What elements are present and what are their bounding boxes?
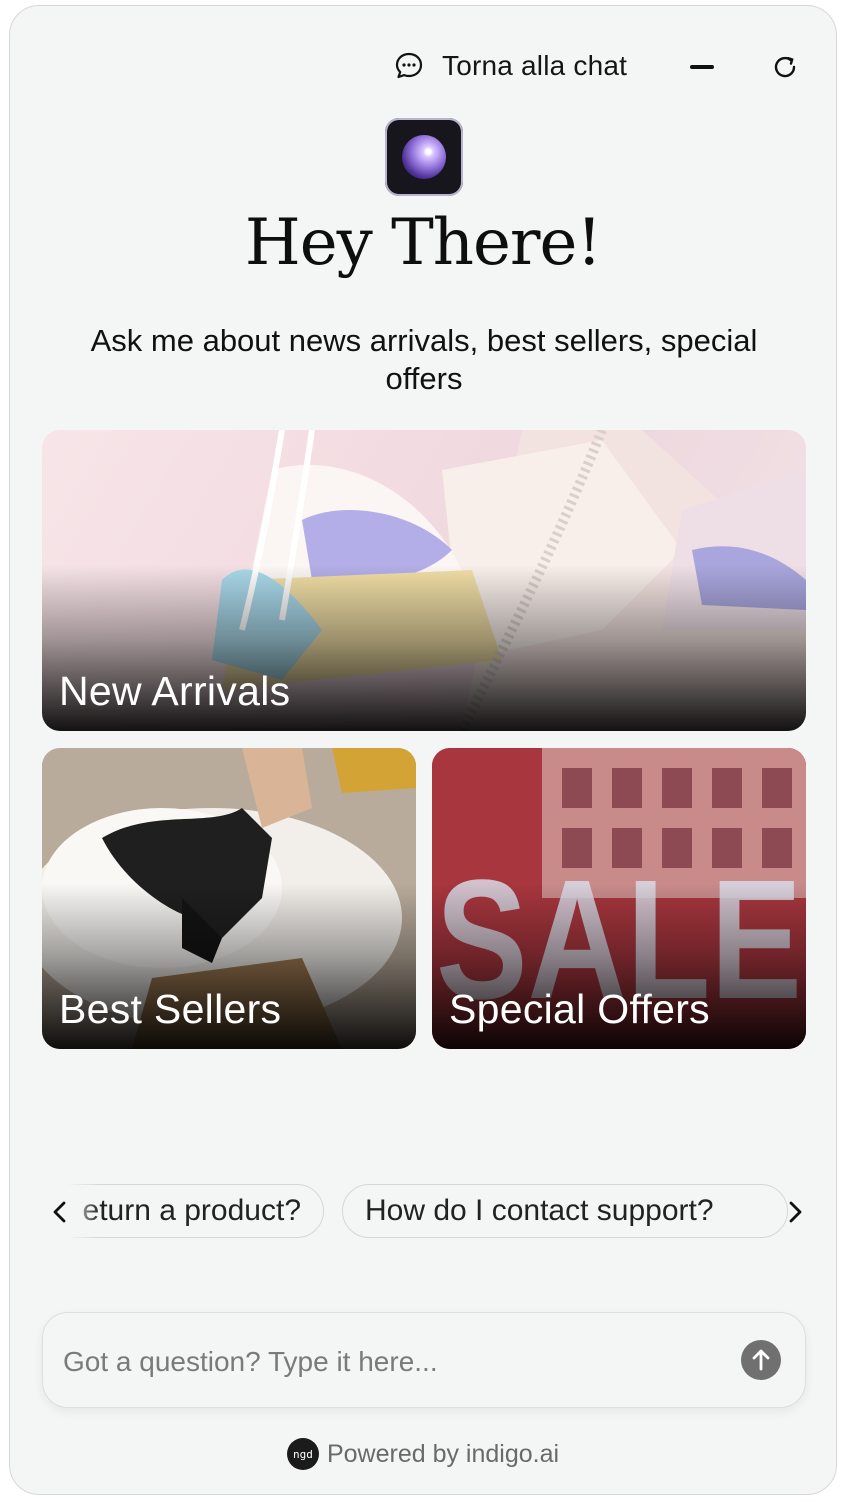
indigo-logo-icon: ngd [286, 1438, 319, 1470]
new-arrivals-label: New Arrivals [59, 668, 291, 714]
special-offers-label: Special Offers [449, 986, 710, 1032]
logo-text: ngd [293, 1447, 313, 1461]
header: Torna alla chat [10, 6, 836, 116]
page-subtitle: Ask me about news arrivals, best sellers… [90, 323, 758, 396]
special-offers-card[interactable]: SALE Special Offers [432, 748, 806, 1049]
send-button[interactable] [741, 1340, 781, 1380]
minimize-button[interactable] [684, 50, 718, 84]
message-composer [42, 1312, 806, 1408]
chevron-left-icon[interactable] [46, 1198, 74, 1226]
assistant-avatar [385, 118, 463, 196]
arrow-up-icon [752, 1349, 770, 1371]
assistant-orb-icon [402, 135, 446, 179]
best-sellers-card[interactable]: Best Sellers [42, 748, 416, 1049]
powered-by-text: Powered by indigo.ai [326, 1439, 560, 1468]
chat-bubble-icon [395, 52, 423, 79]
suggestion-chip[interactable]: eturn a product? [40, 1184, 324, 1238]
chevron-right-icon[interactable] [781, 1198, 809, 1226]
chat-widget-panel: Torna alla chat Hey There! Ask me about … [9, 5, 837, 1495]
refresh-button[interactable] [768, 50, 802, 84]
powered-by-footer[interactable]: ngd Powered by indigo.ai [10, 1438, 836, 1470]
new-arrivals-card[interactable]: New Arrivals [42, 430, 806, 731]
refresh-icon [774, 56, 796, 78]
best-sellers-label: Best Sellers [59, 986, 282, 1032]
suggestion-carousel: eturn a product? How do I contact suppor… [40, 1184, 806, 1240]
page-title: Hey There! [244, 206, 602, 280]
back-to-chat-button[interactable]: Torna alla chat [394, 46, 627, 86]
suggestion-chip[interactable]: How do I contact support? [342, 1184, 788, 1238]
message-input[interactable] [61, 1339, 705, 1385]
back-to-chat-label: Torna alla chat [442, 50, 628, 81]
